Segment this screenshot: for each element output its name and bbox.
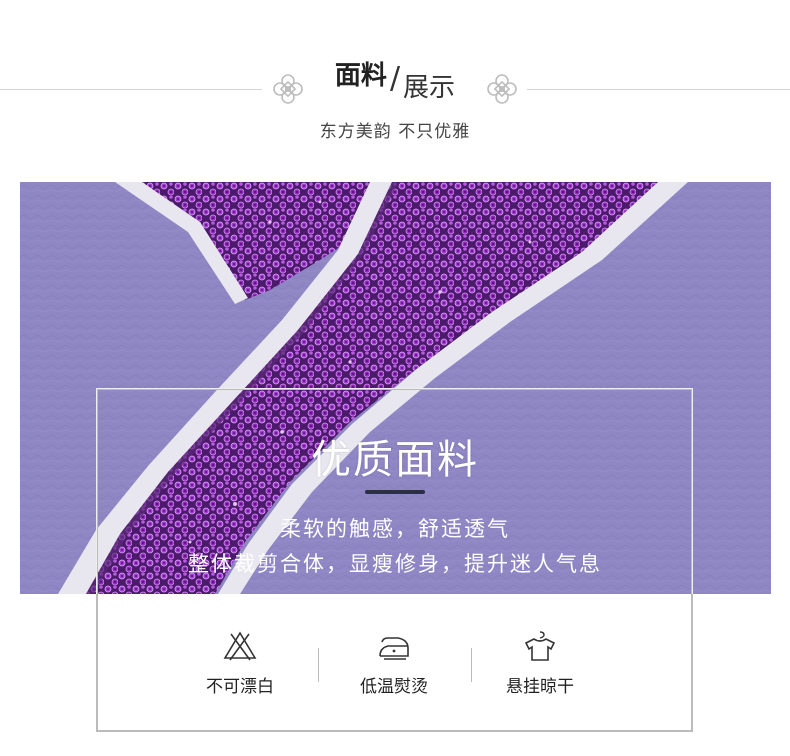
section-title-light: 展示 — [403, 73, 456, 103]
section-title-bold: 面料 — [334, 61, 387, 91]
section-subtitle: 东方美韵 不只优雅 — [319, 122, 471, 142]
care-separator-1 — [318, 648, 319, 682]
no-bleach-icon — [223, 631, 257, 661]
overlay-description-line1: 柔软的触感，舒适透气 — [280, 517, 510, 541]
care-label-low-iron: 低温熨烫 — [360, 677, 428, 697]
care-item-low-iron: 低温熨烫 — [329, 630, 459, 697]
care-item-no-bleach: 不可漂白 — [175, 630, 305, 697]
care-label-no-bleach: 不可漂白 — [206, 677, 274, 697]
care-item-hang-dry: 悬挂晾干 — [475, 630, 605, 697]
overlay-title: 优质面料 — [311, 437, 479, 483]
hang-dry-icon — [524, 631, 556, 661]
care-label-hang-dry: 悬挂晾干 — [506, 677, 574, 697]
care-separator-2 — [471, 648, 472, 682]
low-iron-icon — [379, 637, 409, 660]
overlay-title-underline — [365, 490, 425, 494]
overlay-description-line2: 整体裁剪合体，显瘦修身，提升迷人气息 — [188, 552, 602, 576]
section-title-slash: / — [389, 61, 401, 96]
section-title: 面料 / 展示 — [0, 55, 790, 103]
